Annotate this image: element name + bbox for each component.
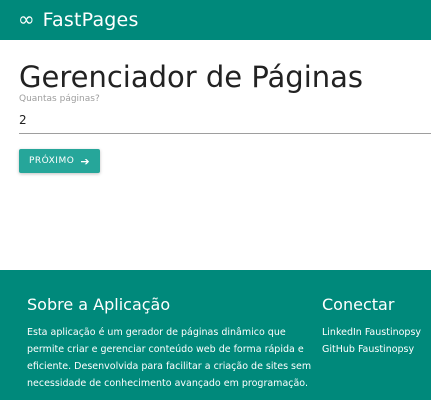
linkedin-link[interactable]: LinkedIn Faustinopsy (322, 327, 421, 338)
next-button[interactable]: PRÓXIMO ➔ (19, 149, 100, 173)
pages-count-field: Quantas páginas? (19, 93, 431, 134)
footer-connect-section: Conectar LinkedIn Faustinopsy GitHub Fau… (322, 294, 427, 358)
pages-count-input[interactable] (19, 106, 431, 134)
next-button-label: PRÓXIMO (28, 156, 75, 166)
brand-name: FastPages (42, 9, 139, 31)
list-item: GitHub Faustinopsy (322, 341, 427, 358)
footer-links-list: LinkedIn Faustinopsy GitHub Faustinopsy (322, 324, 427, 358)
github-link[interactable]: GitHub Faustinopsy (322, 344, 414, 355)
arrow-right-icon: ➔ (80, 154, 91, 168)
footer-about-heading: Sobre a Aplicação (27, 295, 171, 314)
brand-link[interactable]: ∞ FastPages (18, 9, 139, 31)
page: ∞ FastPages Gerenciador de Páginas Quant… (0, 0, 431, 400)
pages-count-label: Quantas páginas? (19, 94, 100, 104)
list-item: LinkedIn Faustinopsy (322, 324, 427, 341)
top-navbar: ∞ FastPages (0, 0, 431, 40)
infinity-icon: ∞ (18, 7, 35, 31)
main-content: Gerenciador de Páginas Quantas páginas? … (19, 55, 431, 173)
footer: Sobre a Aplicação Esta aplicação é um ge… (0, 270, 431, 400)
footer-connect-heading: Conectar (322, 295, 395, 314)
footer-about-text: Esta aplicação é um gerador de páginas d… (27, 327, 312, 389)
footer-about-section: Sobre a Aplicação Esta aplicação é um ge… (27, 294, 317, 392)
